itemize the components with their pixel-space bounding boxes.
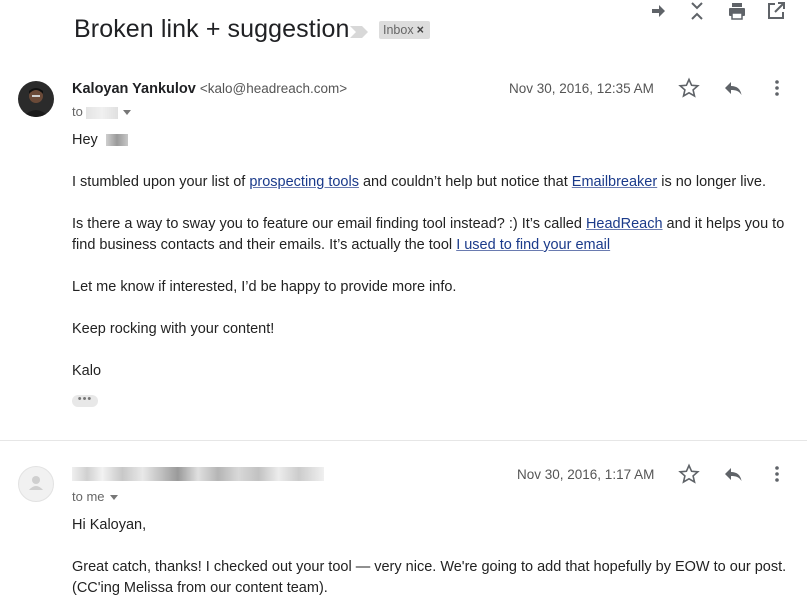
reply-icon[interactable] — [722, 77, 744, 99]
paragraph-1-text-c: is no longer live. — [657, 174, 767, 190]
sender-avatar-placeholder[interactable] — [18, 466, 54, 502]
paragraph-2-text-c: find business contacts and their emails.… — [72, 237, 457, 253]
forward-all-icon[interactable] — [647, 0, 669, 22]
paragraph-4: Keep rocking with your content! — [72, 321, 275, 337]
sender-avatar[interactable] — [18, 81, 54, 117]
more-options-icon[interactable] — [766, 463, 788, 485]
sender-name: Kaloyan Yankulov — [72, 81, 196, 97]
paragraph-2-text-b: and it helps you to — [662, 216, 785, 232]
reply-paragraph-2: (CC'ing Melissa from our content team). — [72, 580, 328, 596]
open-in-new-window-icon[interactable] — [765, 0, 787, 22]
recipient-details-caret-icon[interactable] — [109, 495, 118, 501]
paragraph-2-line-2: find business contacts and their emails.… — [72, 235, 610, 256]
to-label: to — [72, 104, 83, 119]
sender-line-redacted — [72, 466, 324, 482]
remove-label-button[interactable]: × — [417, 23, 424, 37]
message-date: Nov 30, 2016, 12:35 AM — [509, 81, 654, 96]
paragraph-3: Let me know if interested, I’d be happy … — [72, 279, 457, 295]
thread-header: Broken link + suggestion Inbox × — [0, 0, 807, 62]
inbox-label-chip: Inbox × — [379, 21, 430, 39]
to-me-label: to me — [72, 489, 105, 504]
greeting: Hey — [72, 132, 98, 148]
redacted-sender-name — [72, 467, 324, 482]
paragraph-1-text-b: and couldn’t help but notice that — [358, 174, 572, 190]
reply-icon[interactable] — [722, 463, 744, 485]
star-icon[interactable] — [678, 463, 700, 485]
reply-paragraph-1: Great catch, thanks! I checked out your … — [72, 559, 787, 575]
message-body: Hey I stumbled upon your list of prospec… — [72, 129, 787, 389]
used-to-find-email-link[interactable]: I used to find your email — [456, 237, 610, 253]
star-icon[interactable] — [678, 77, 700, 99]
more-options-icon[interactable] — [766, 77, 788, 99]
paragraph-1: I stumbled upon your list of prospecting… — [72, 172, 766, 193]
print-icon[interactable] — [726, 0, 748, 22]
redacted-name — [105, 134, 128, 147]
email-subject: Broken link + suggestion — [74, 15, 350, 43]
importance-marker-icon[interactable] — [348, 25, 370, 39]
paragraph-2-line-1: Is there a way to sway you to feature ou… — [72, 214, 784, 235]
prospecting-tools-link[interactable]: prospecting tools — [249, 174, 359, 190]
message-divider — [0, 440, 807, 441]
message-body-2: Hi Kaloyan, Great catch, thanks! I check… — [72, 514, 787, 606]
emailbreaker-link[interactable]: Emailbreaker — [572, 174, 657, 190]
greeting-2: Hi Kaloyan, — [72, 517, 147, 533]
recipient-line[interactable]: to — [72, 104, 132, 119]
paragraph-2-text-a: Is there a way to sway you to feature ou… — [72, 216, 586, 232]
signoff: Kalo — [72, 363, 102, 379]
paragraph-1-text-a: I stumbled upon your list of — [72, 174, 250, 190]
recipient-line-2[interactable]: to me — [72, 489, 118, 504]
recipient-details-caret-icon[interactable] — [123, 110, 132, 116]
headreach-link[interactable]: HeadReach — [586, 216, 663, 232]
sender-email: <kalo@headreach.com> — [199, 81, 348, 96]
redacted-recipient — [86, 106, 119, 119]
collapse-all-icon[interactable] — [686, 0, 708, 22]
sender-line: Kaloyan Yankulov <kalo@headreach.com> — [72, 81, 347, 97]
message-date-2: Nov 30, 2016, 1:17 AM — [517, 467, 655, 482]
greeting-line: Hey — [72, 130, 128, 151]
show-trimmed-content-button[interactable]: ••• — [72, 394, 98, 407]
inbox-label-text: Inbox — [383, 23, 414, 37]
